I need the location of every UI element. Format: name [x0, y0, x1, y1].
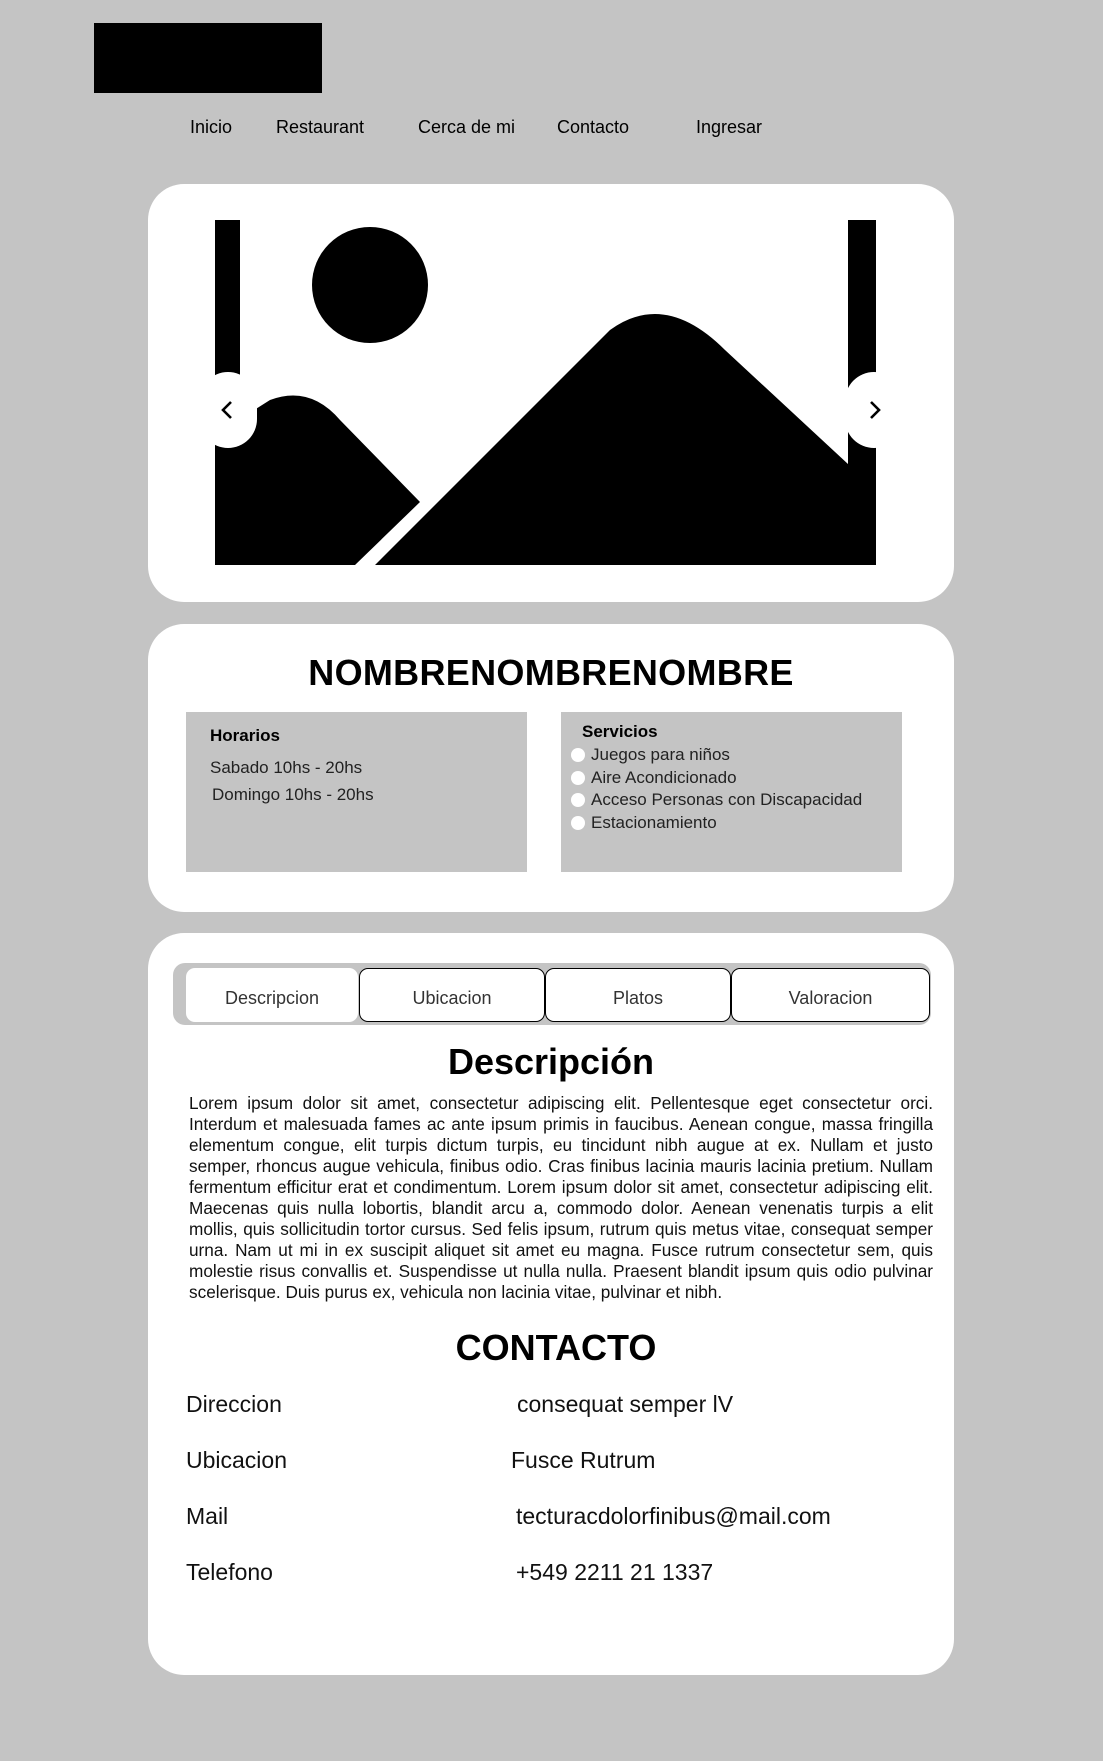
chevron-right-icon — [870, 401, 881, 419]
nav-restaurant[interactable]: Restaurant — [276, 117, 364, 138]
hours-line: Domingo 10hs - 20hs — [212, 785, 374, 804]
service-label: Juegos para niños — [591, 745, 730, 764]
contact-value: consequat semper lV — [517, 1391, 734, 1417]
service-item: Aire Acondicionado — [571, 768, 737, 788]
service-item: Estacionamiento — [571, 813, 717, 833]
service-label: Aire Acondicionado — [591, 768, 737, 787]
tab-bar: Descripcion Ubicacion Platos Valoracion — [173, 963, 931, 1025]
contact-label: Direccion — [186, 1391, 282, 1417]
contact-label: Ubicacion — [186, 1447, 287, 1473]
contact-label: Mail — [186, 1503, 229, 1529]
nav-cerca-de-mi[interactable]: Cerca de mi — [418, 117, 515, 138]
description-text: Lorem ipsum dolor sit amet, consectetur … — [189, 1093, 933, 1302]
bullet-icon — [571, 816, 585, 830]
tab-platos[interactable]: Platos — [545, 968, 731, 1022]
services-panel: Servicios Juegos para niños Aire Acondic… — [561, 712, 902, 872]
nav-ingresar[interactable]: Ingresar — [696, 117, 762, 138]
details-card: Descripcion Ubicacion Platos Valoracion … — [148, 933, 954, 1675]
logo[interactable] — [94, 23, 322, 93]
image-placeholder-icon — [215, 220, 876, 565]
hours-line: Sabado 10hs - 20hs — [210, 758, 363, 777]
service-item: Juegos para niños — [571, 745, 730, 765]
nav-inicio[interactable]: Inicio — [190, 117, 232, 138]
description-title: Descripción — [447, 1041, 655, 1082]
bullet-icon — [571, 748, 585, 762]
bullet-icon — [571, 793, 585, 807]
tab-descripcion[interactable]: Descripcion — [186, 968, 358, 1022]
contact-email: tecturacdolorfinibus@mail.com — [516, 1503, 831, 1529]
contact-phone: +549 2211 21 1337 — [516, 1559, 714, 1585]
contact-value: Fusce Rutrum — [511, 1447, 656, 1473]
hours-panel: Horarios Sabado 10hs - 20hs Domingo 10hs… — [186, 712, 527, 872]
service-label: Estacionamiento — [591, 813, 717, 832]
tab-valoracion[interactable]: Valoracion — [731, 968, 930, 1022]
hours-title: Horarios — [210, 726, 280, 745]
bullet-icon — [571, 771, 585, 785]
image-carousel — [148, 184, 954, 602]
restaurant-info-card: NOMBRENOMBRENOMBRE Horarios Sabado 10hs … — [148, 624, 954, 912]
nav-contacto[interactable]: Contacto — [557, 117, 629, 138]
service-label: Acceso Personas con Discapacidad — [591, 790, 863, 809]
carousel-prev-button[interactable] — [199, 372, 257, 448]
chevron-left-icon — [221, 401, 232, 419]
tab-ubicacion[interactable]: Ubicacion — [359, 968, 545, 1022]
contact-label: Telefono — [186, 1559, 273, 1585]
restaurant-name: NOMBRENOMBRENOMBRE — [308, 652, 794, 693]
service-item: Acceso Personas con Discapacidad — [571, 790, 862, 810]
services-title: Servicios — [582, 722, 658, 741]
carousel-next-button[interactable] — [845, 372, 903, 448]
contact-title: CONTACTO — [455, 1327, 657, 1368]
